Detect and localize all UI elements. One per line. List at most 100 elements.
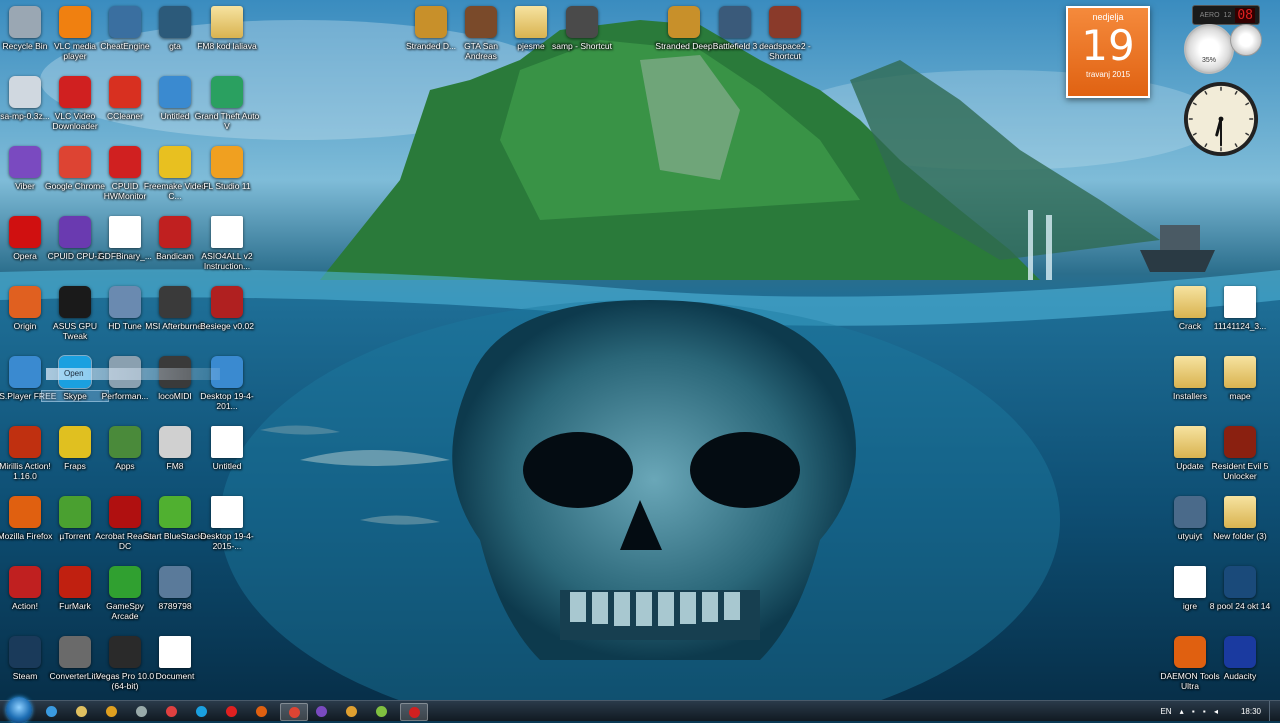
desktop-icon-n11141124[interactable]: 11141124_3...: [1207, 286, 1273, 331]
desktop-icon-label: New folder (3): [1213, 531, 1267, 541]
desktop-icon-label: Desktop 19-4-2015-...: [200, 531, 254, 551]
taskbar-button-ie[interactable]: [40, 703, 62, 719]
desktop-icon-label: mape: [1229, 391, 1251, 401]
cpu-meter-percent: 35%: [1201, 57, 1216, 64]
analog-clock-gadget[interactable]: [1182, 80, 1260, 158]
start-button[interactable]: [6, 697, 32, 723]
taskbar-button-viber-tb[interactable]: [310, 703, 332, 719]
taskbar: EN ▴ ▪ ▪ ◂ 18:30: [0, 697, 1280, 723]
desktop-icon-label: Besiege v0.02: [200, 321, 254, 331]
desktop-icon-label: Desktop 19-4-201...: [200, 391, 254, 411]
samp-0z-icon: [9, 76, 41, 108]
desktop-icon-gta5[interactable]: Grand Theft Auto V: [194, 76, 260, 131]
desktop-icon-label: FM8 kod laliava: [197, 41, 257, 51]
gta-sa-icon: [465, 6, 497, 38]
desktop-icon-besiege[interactable]: Besiege v0.02: [194, 286, 260, 331]
cpuid-hw-icon: [109, 146, 141, 178]
chrome-icon: [59, 146, 91, 178]
led-clock-gadget[interactable]: AERO 12 08: [1192, 5, 1260, 25]
taskbar-button-tools[interactable]: [130, 703, 152, 719]
taskbar-button-action-tb[interactable]: [400, 703, 428, 721]
besiege-icon: [211, 286, 243, 318]
desktop-icon-desktop-bs[interactable]: Desktop 19-4-201...: [194, 356, 260, 411]
vlc-icon: [59, 6, 91, 38]
tools-icon: [135, 705, 147, 717]
igre-icon: [1174, 566, 1206, 598]
deadspace2-icon: [769, 6, 801, 38]
desktop-icon-audacity[interactable]: Audacity: [1207, 636, 1273, 681]
asio-icon: [211, 216, 243, 248]
show-desktop-button[interactable]: [1269, 701, 1280, 721]
action-icon: [9, 566, 41, 598]
desktop-icon-label: 11141124_3...: [1213, 321, 1267, 331]
language-indicator[interactable]: EN: [1160, 707, 1171, 716]
re5-icon: [1224, 426, 1256, 458]
desktop-icon-label: Untitled: [212, 461, 242, 471]
cpu-meter-gadget[interactable]: 35%: [1184, 24, 1234, 74]
ram-meter-gadget[interactable]: [1230, 24, 1262, 56]
daemon-icon: [1174, 636, 1206, 668]
taskbar-button-paint-tb[interactable]: [340, 703, 362, 719]
desktop-icon-document[interactable]: Document: [142, 636, 208, 681]
desktop-icon-untitled2[interactable]: Untitled: [194, 426, 260, 471]
desktop-icon-deadspace2[interactable]: deadspace2 - Shortcut: [752, 6, 818, 61]
taskbar-button-media[interactable]: [100, 703, 122, 719]
opera-tb-icon: [225, 705, 237, 717]
desktop-icon-newfolder3[interactable]: New folder (3): [1207, 496, 1273, 541]
steam-icon: [9, 636, 41, 668]
audacity-icon: [1224, 636, 1256, 668]
installers-icon: [1174, 356, 1206, 388]
taskbar-button-firefox-tb[interactable]: [250, 703, 272, 719]
bluestacks-icon: [159, 496, 191, 528]
explorer-icon: [75, 705, 87, 717]
recycle-bin-icon: [9, 6, 41, 38]
cheat-engine-icon: [109, 6, 141, 38]
calendar-gadget[interactable]: nedjelja 19 travanj 2015: [1066, 6, 1150, 98]
newfolder3-icon: [1224, 496, 1256, 528]
desktop-icon-mape[interactable]: mape: [1207, 356, 1273, 401]
desktop-icon-samp[interactable]: samp - Shortcut: [549, 6, 615, 51]
led-label: AERO: [1199, 11, 1220, 19]
taskbar-button-bandicam-tb[interactable]: [160, 703, 182, 719]
n11141124-icon: [1224, 286, 1256, 318]
furmark-icon: [59, 566, 91, 598]
led-small-value: 12: [1223, 11, 1232, 19]
samp-icon: [566, 6, 598, 38]
desktop-icon-label: Grand Theft Auto V: [194, 111, 260, 131]
media-icon: [105, 705, 117, 717]
fm8-kod-icon: [211, 6, 243, 38]
calendar-month-year: travanj 2015: [1085, 70, 1131, 79]
stranded-d-icon: [415, 6, 447, 38]
desktop-icon-re5[interactable]: Resident Evil 5 Unlocker: [1207, 426, 1273, 481]
asus-gpu-icon: [59, 286, 91, 318]
fraps-icon: [59, 426, 91, 458]
desktop-icon-pool[interactable]: 8 pool 24 okt 14: [1207, 566, 1273, 611]
taskbar-button-gpu-tb[interactable]: [370, 703, 392, 719]
mirillis-icon: [9, 426, 41, 458]
desktop-doc-icon: [211, 496, 243, 528]
skype-tb-icon: [195, 705, 207, 717]
mape-icon: [1224, 356, 1256, 388]
taskbar-button-explorer[interactable]: [70, 703, 92, 719]
desktop-icon-n8789798[interactable]: 8789798: [142, 566, 208, 611]
utorrent-icon: [59, 496, 91, 528]
taskbar-button-skype-tb[interactable]: [190, 703, 212, 719]
tray-icons[interactable]: ▴ ▪ ▪ ◂: [1180, 707, 1221, 716]
led-value: 08: [1235, 7, 1255, 23]
origin-icon: [9, 286, 41, 318]
bandicam-tb-icon: [165, 705, 177, 717]
converterlite-icon: [59, 636, 91, 668]
taskbar-button-chrome-tb[interactable]: [280, 703, 308, 721]
ccleaner-icon: [109, 76, 141, 108]
desktop-icon-flstudio[interactable]: FL Studio 11: [194, 146, 260, 191]
calendar-day: 19: [1081, 21, 1135, 70]
desktop-icon-desktop-doc[interactable]: Desktop 19-4-2015-...: [194, 496, 260, 551]
action-tb-icon: [408, 706, 420, 718]
hdtune-icon: [109, 286, 141, 318]
n8789798-icon: [159, 566, 191, 598]
tray-clock[interactable]: 18:30: [1241, 707, 1261, 716]
desktop-icon-fm8-kod[interactable]: FM8 kod laliava: [194, 6, 260, 51]
taskbar-button-opera-tb[interactable]: [220, 703, 242, 719]
flstudio-icon: [211, 146, 243, 178]
desktop-icon-asio[interactable]: ASIO4ALL v2 Instruction...: [194, 216, 260, 271]
